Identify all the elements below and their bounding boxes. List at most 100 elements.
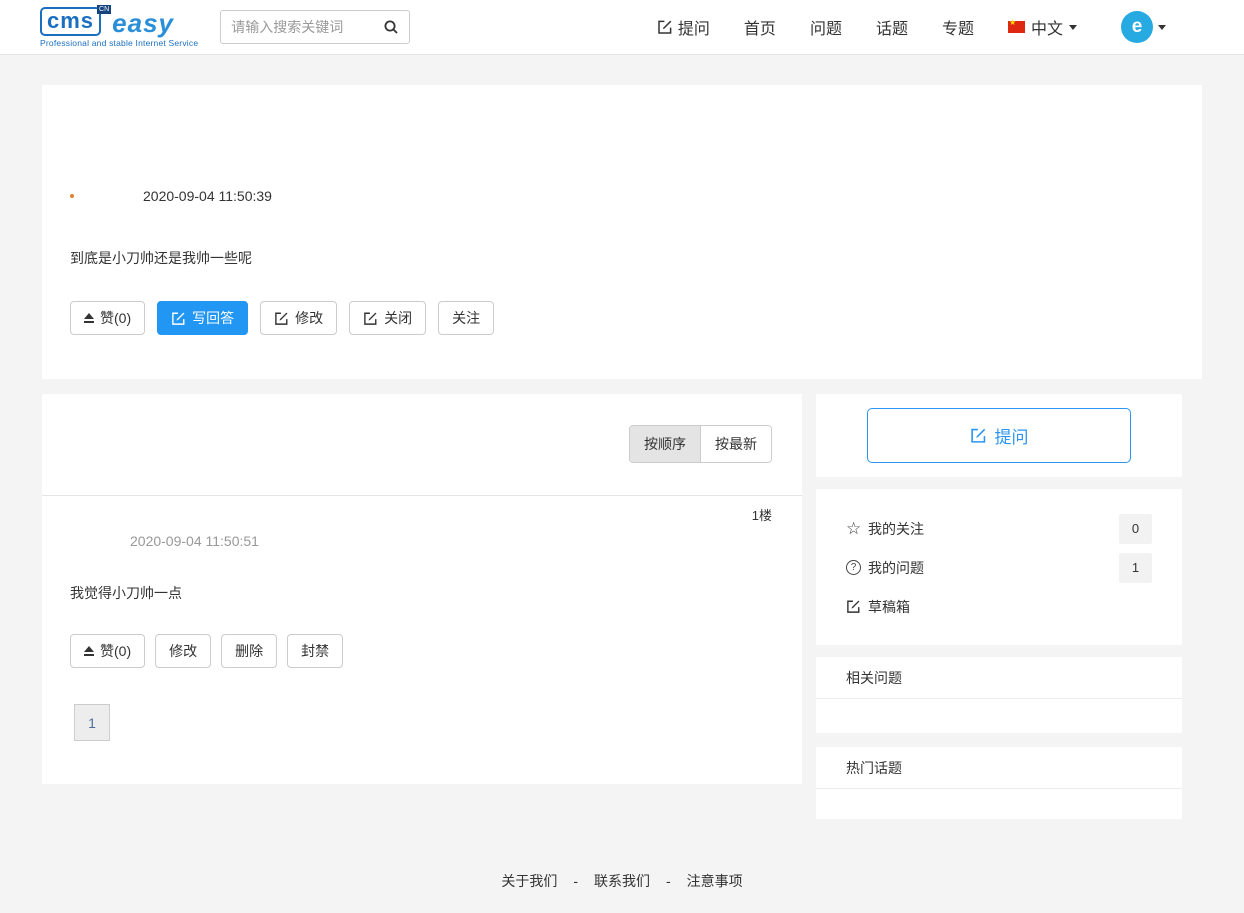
question-timestamp: 2020-09-04 11:50:39 — [143, 188, 272, 204]
search-icon[interactable] — [383, 19, 399, 35]
footer: 关于我们 - 联系我们 - 注意事项 — [0, 871, 1244, 913]
answer-like-label: 赞(0) — [100, 641, 131, 661]
nav-questions[interactable]: 问题 — [810, 15, 842, 39]
like-button[interactable]: 赞(0) — [70, 301, 145, 335]
logo-easy-text: easy — [112, 10, 174, 36]
hot-topics-title: 热门话题 — [816, 747, 1182, 789]
nav-home-label: 首页 — [744, 15, 776, 39]
nav-specials-label: 专题 — [942, 15, 974, 39]
related-questions-title: 相关问题 — [816, 657, 1182, 699]
edit-icon — [970, 427, 987, 444]
chevron-down-icon — [1069, 25, 1077, 30]
nav-home[interactable]: 首页 — [744, 15, 776, 39]
my-follows-count-badge: 0 — [1119, 514, 1152, 544]
page-button-1[interactable]: 1 — [74, 704, 110, 741]
answer-timestamp: 2020-09-04 11:50:51 — [130, 533, 802, 549]
answers-card: 按顺序 按最新 1楼 2020-09-04 11:50:51 我觉得小刀帅一点 … — [42, 394, 802, 784]
question-meta: 2020-09-04 11:50:39 — [70, 85, 1174, 204]
answer-edit-label: 修改 — [169, 641, 197, 661]
my-follows-label: 我的关注 — [868, 519, 924, 539]
answer-delete-label: 删除 — [235, 641, 263, 661]
logo-cms-text: cms — [40, 7, 101, 36]
question-circle-icon: ? — [846, 560, 868, 575]
edit-question-button[interactable]: 修改 — [260, 301, 337, 335]
sidebar: 提问 ☆ 我的关注 0 ? 我的问题 1 — [816, 394, 1182, 833]
nav-specials[interactable]: 专题 — [942, 15, 974, 39]
language-label: 中文 — [1031, 15, 1063, 39]
tab-by-order[interactable]: 按顺序 — [630, 426, 701, 462]
site-logo[interactable]: cms CN easy Professional and stable Inte… — [40, 7, 198, 48]
sidebar-user-menu: ☆ 我的关注 0 ? 我的问题 1 草稿箱 — [816, 489, 1182, 645]
edit-icon — [657, 19, 673, 35]
close-question-label: 关闭 — [384, 308, 412, 328]
ask-question-label: 提问 — [995, 423, 1029, 448]
answer-sort-tabs: 按顺序 按最新 — [42, 394, 802, 463]
my-questions-label: 我的问题 — [868, 558, 924, 578]
answer-actions: 赞(0) 修改 删除 封禁 — [70, 634, 802, 668]
china-flag-icon — [1008, 21, 1025, 33]
footer-separator: - — [573, 873, 578, 889]
write-answer-button[interactable]: 写回答 — [157, 301, 248, 335]
footer-link-about[interactable]: 关于我们 — [501, 871, 557, 891]
close-question-button[interactable]: 关闭 — [349, 301, 426, 335]
search-input[interactable] — [231, 19, 383, 35]
logo-cn-badge: CN — [97, 5, 111, 14]
edit-icon — [274, 311, 289, 326]
language-selector[interactable]: 中文 — [1008, 15, 1077, 39]
answer-edit-button[interactable]: 修改 — [155, 634, 211, 668]
edit-question-label: 修改 — [295, 308, 323, 328]
top-navbar: cms CN easy Professional and stable Inte… — [0, 0, 1244, 55]
tab-group: 按顺序 按最新 — [629, 425, 772, 463]
nav-questions-label: 问题 — [810, 15, 842, 39]
drafts-label: 草稿箱 — [868, 597, 910, 617]
ask-question-button[interactable]: 提问 — [867, 408, 1131, 463]
follow-button[interactable]: 关注 — [438, 301, 494, 335]
upvote-icon — [84, 313, 94, 323]
question-actions: 赞(0) 写回答 修改 — [70, 301, 1174, 335]
follow-label: 关注 — [452, 308, 480, 328]
search-box — [220, 10, 410, 44]
my-questions-count-badge: 1 — [1119, 553, 1152, 583]
sidebar-ask-card: 提问 — [816, 394, 1182, 477]
nav-ask-label: 提问 — [678, 15, 710, 39]
nav-ask[interactable]: 提问 — [657, 15, 710, 39]
chevron-down-icon — [1158, 25, 1166, 30]
footer-link-contact[interactable]: 联系我们 — [594, 871, 650, 891]
related-questions-card: 相关问题 — [816, 657, 1182, 733]
edit-icon — [363, 311, 378, 326]
nav-topics-label: 话题 — [876, 15, 908, 39]
answer-floor-label: 1楼 — [42, 496, 802, 524]
hot-topics-body — [816, 789, 1182, 819]
edit-icon — [846, 599, 868, 614]
related-questions-body — [816, 699, 1182, 733]
avatar[interactable]: e — [1121, 11, 1153, 43]
sidebar-item-drafts[interactable]: 草稿箱 — [846, 587, 1152, 626]
like-label: 赞(0) — [100, 308, 131, 328]
tab-by-newest[interactable]: 按最新 — [701, 426, 771, 462]
footer-separator: - — [666, 873, 671, 889]
answer-like-button[interactable]: 赞(0) — [70, 634, 145, 668]
answer-ban-label: 封禁 — [301, 641, 329, 661]
logo-wordmark: cms CN easy — [40, 7, 198, 36]
question-card: 2020-09-04 11:50:39 到底是小刀帅还是我帅一些呢 赞(0) 写… — [42, 85, 1202, 379]
main-content: 2020-09-04 11:50:39 到底是小刀帅还是我帅一些呢 赞(0) 写… — [0, 55, 1244, 833]
nav-topics[interactable]: 话题 — [876, 15, 908, 39]
content-row: 按顺序 按最新 1楼 2020-09-04 11:50:51 我觉得小刀帅一点 … — [42, 394, 1202, 833]
sidebar-item-my-follows[interactable]: ☆ 我的关注 0 — [846, 509, 1152, 548]
answer-delete-button[interactable]: 删除 — [221, 634, 277, 668]
hot-topics-card: 热门话题 — [816, 747, 1182, 819]
question-avatar-placeholder — [70, 194, 74, 198]
answer-item: 1楼 2020-09-04 11:50:51 我觉得小刀帅一点 赞(0) 修改 … — [42, 496, 802, 668]
pagination: 1 — [74, 704, 802, 741]
main-nav: 提问 首页 问题 话题 专题 中文 e — [657, 11, 1166, 43]
user-menu[interactable]: e — [1121, 11, 1166, 43]
answer-content: 我觉得小刀帅一点 — [70, 583, 802, 603]
answer-ban-button[interactable]: 封禁 — [287, 634, 343, 668]
edit-icon — [171, 311, 186, 326]
write-answer-label: 写回答 — [192, 308, 234, 328]
question-content: 到底是小刀帅还是我帅一些呢 — [70, 248, 1174, 268]
logo-tagline: Professional and stable Internet Service — [40, 38, 198, 48]
sidebar-item-my-questions[interactable]: ? 我的问题 1 — [846, 548, 1152, 587]
footer-link-notes[interactable]: 注意事项 — [687, 871, 743, 891]
upvote-icon — [84, 646, 94, 656]
